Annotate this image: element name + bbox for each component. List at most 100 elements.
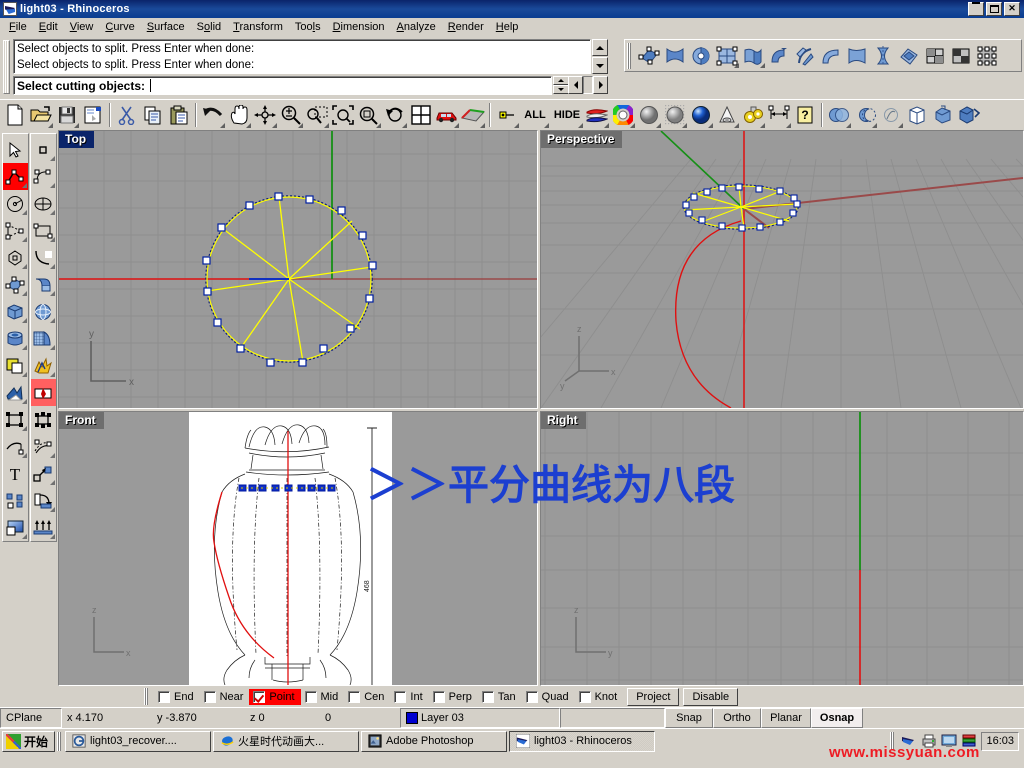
sweep1-icon[interactable] bbox=[766, 42, 792, 69]
revolve-surface-icon[interactable] bbox=[688, 42, 714, 69]
menu-transform[interactable]: Transform bbox=[227, 19, 289, 35]
front-viewport-label[interactable]: Front bbox=[59, 412, 104, 429]
top-viewport[interactable]: Top y x bbox=[58, 130, 538, 409]
books-tray-icon[interactable] bbox=[961, 733, 977, 749]
taskbar-item-winrar[interactable]: light03_recover.... bbox=[65, 730, 212, 752]
patch-icon[interactable] bbox=[896, 42, 922, 69]
menu-help[interactable]: Help bbox=[490, 19, 525, 35]
settings-gear-icon[interactable] bbox=[740, 101, 766, 129]
surface-from-curves-icon[interactable] bbox=[662, 42, 688, 69]
osnap-point-checkbox[interactable] bbox=[253, 690, 266, 703]
layer-indicator[interactable]: Layer 03 bbox=[400, 708, 560, 728]
menu-render[interactable]: Render bbox=[442, 19, 490, 35]
menu-view[interactable]: View bbox=[64, 19, 100, 35]
right-viewport-label[interactable]: Right bbox=[541, 412, 586, 429]
points-array-icon[interactable] bbox=[2, 487, 28, 514]
command-input[interactable]: Select cutting objects: bbox=[13, 76, 552, 95]
render-blue-icon[interactable] bbox=[688, 101, 714, 129]
car-render-icon[interactable] bbox=[434, 101, 460, 129]
boolean-difference-icon[interactable] bbox=[852, 101, 878, 129]
front-viewport-canvas[interactable]: 468 z x bbox=[59, 412, 537, 685]
spinner-down-button[interactable] bbox=[553, 85, 569, 94]
perspective-viewport[interactable]: Perspective z x y bbox=[540, 130, 1024, 409]
rhino-tray-icon[interactable] bbox=[901, 733, 917, 749]
perspective-viewport-canvas[interactable]: z x y bbox=[541, 131, 1023, 408]
four-view-icon[interactable] bbox=[408, 101, 434, 129]
array-icon[interactable] bbox=[30, 514, 56, 541]
print-icon[interactable] bbox=[80, 101, 106, 129]
fillet-edge-icon[interactable] bbox=[2, 379, 28, 406]
rail-revolve-icon[interactable] bbox=[844, 42, 870, 69]
osnap-disable-button[interactable]: Disable bbox=[683, 687, 739, 706]
taskbar-item-photoshop[interactable]: Adobe Photoshop bbox=[361, 730, 508, 752]
mesh-tools-icon[interactable] bbox=[30, 325, 56, 352]
top-viewport-label[interactable]: Top bbox=[59, 131, 95, 148]
extrude-curve-icon[interactable] bbox=[740, 42, 766, 69]
menu-tools[interactable]: Tools bbox=[289, 19, 327, 35]
paste-icon[interactable] bbox=[166, 101, 192, 129]
extrude-solid-icon[interactable] bbox=[930, 101, 956, 129]
sweep2-icon[interactable] bbox=[792, 42, 818, 69]
surface-grid-icon[interactable] bbox=[714, 42, 740, 69]
boolean-split-icon[interactable] bbox=[878, 101, 904, 129]
offset-curve-icon[interactable] bbox=[2, 433, 28, 460]
nav-left-button[interactable] bbox=[568, 76, 583, 94]
osnap-tan[interactable]: Tan bbox=[478, 689, 522, 705]
taskbar-clock[interactable]: 16:03 bbox=[981, 731, 1019, 751]
osnap-perp[interactable]: Perp bbox=[429, 689, 478, 705]
split-icon[interactable] bbox=[30, 379, 56, 406]
cap-holes-icon[interactable] bbox=[904, 101, 930, 129]
osnap-near-checkbox[interactable] bbox=[203, 690, 216, 703]
osnap-quad-checkbox[interactable] bbox=[525, 690, 538, 703]
spotlight-icon[interactable] bbox=[714, 101, 740, 129]
open-file-icon[interactable] bbox=[28, 101, 54, 129]
osnap-tan-checkbox[interactable] bbox=[481, 690, 494, 703]
taskbar-gripper[interactable] bbox=[57, 731, 63, 751]
rebuild-curve-icon[interactable] bbox=[30, 433, 56, 460]
blend-surface-icon[interactable] bbox=[870, 42, 896, 69]
box-edit-icon[interactable] bbox=[956, 101, 982, 129]
right-viewport-canvas[interactable]: z y bbox=[541, 412, 1023, 685]
zoom-in-out-icon[interactable] bbox=[278, 101, 304, 129]
shade-gray-icon[interactable] bbox=[636, 101, 662, 129]
color-wheel-icon[interactable] bbox=[610, 101, 636, 129]
rotate-view-icon[interactable] bbox=[252, 101, 278, 129]
cylinder-icon[interactable] bbox=[2, 325, 28, 352]
text-tool-icon[interactable]: T bbox=[2, 460, 28, 487]
osnap-toggle[interactable]: Osnap bbox=[811, 708, 863, 728]
extrude-surface-icon[interactable] bbox=[30, 271, 56, 298]
front-viewport[interactable]: Front 468 z x bbox=[58, 411, 538, 686]
spinner-up-button[interactable] bbox=[553, 76, 569, 85]
layers-icon[interactable] bbox=[584, 101, 610, 129]
surface-from-points-icon[interactable] bbox=[636, 42, 662, 69]
surface-edit-2-icon[interactable] bbox=[948, 42, 974, 69]
rotate-3d-icon[interactable] bbox=[30, 487, 56, 514]
zoom-previous-icon[interactable] bbox=[382, 101, 408, 129]
command-history[interactable]: Select objects to split. Press Enter whe… bbox=[13, 39, 591, 74]
zoom-window-icon[interactable] bbox=[304, 101, 330, 129]
group-objects-icon[interactable] bbox=[2, 406, 28, 433]
surface-patch-icon[interactable] bbox=[2, 271, 28, 298]
select-point-icon[interactable] bbox=[494, 101, 520, 129]
transform-objects-icon[interactable] bbox=[30, 406, 56, 433]
taskbar-item-browser[interactable]: 火星时代动画大... bbox=[213, 730, 360, 752]
planar-toggle[interactable]: Planar bbox=[761, 708, 811, 728]
scroll-down-button[interactable] bbox=[592, 57, 608, 74]
box-icon[interactable] bbox=[2, 298, 28, 325]
menu-dimension[interactable]: Dimension bbox=[327, 19, 391, 35]
surface-toolbar-gripper[interactable] bbox=[627, 42, 633, 69]
printer-tray-icon[interactable] bbox=[921, 733, 937, 749]
osnap-mid[interactable]: Mid bbox=[301, 689, 345, 705]
osnap-near[interactable]: Near bbox=[200, 689, 250, 705]
monitor-tray-icon[interactable] bbox=[941, 733, 957, 749]
osnap-perp-checkbox[interactable] bbox=[432, 690, 445, 703]
save-icon[interactable] bbox=[54, 101, 80, 129]
render-mesh-icon[interactable] bbox=[662, 101, 688, 129]
sphere-icon[interactable] bbox=[30, 298, 56, 325]
menu-surface[interactable]: Surface bbox=[141, 19, 191, 35]
osnap-cen-checkbox[interactable] bbox=[348, 690, 361, 703]
osnap-int[interactable]: Int bbox=[390, 689, 428, 705]
control-points-icon[interactable] bbox=[974, 42, 1000, 69]
select-arrow-icon[interactable] bbox=[2, 136, 28, 163]
zoom-selected-icon[interactable] bbox=[356, 101, 382, 129]
